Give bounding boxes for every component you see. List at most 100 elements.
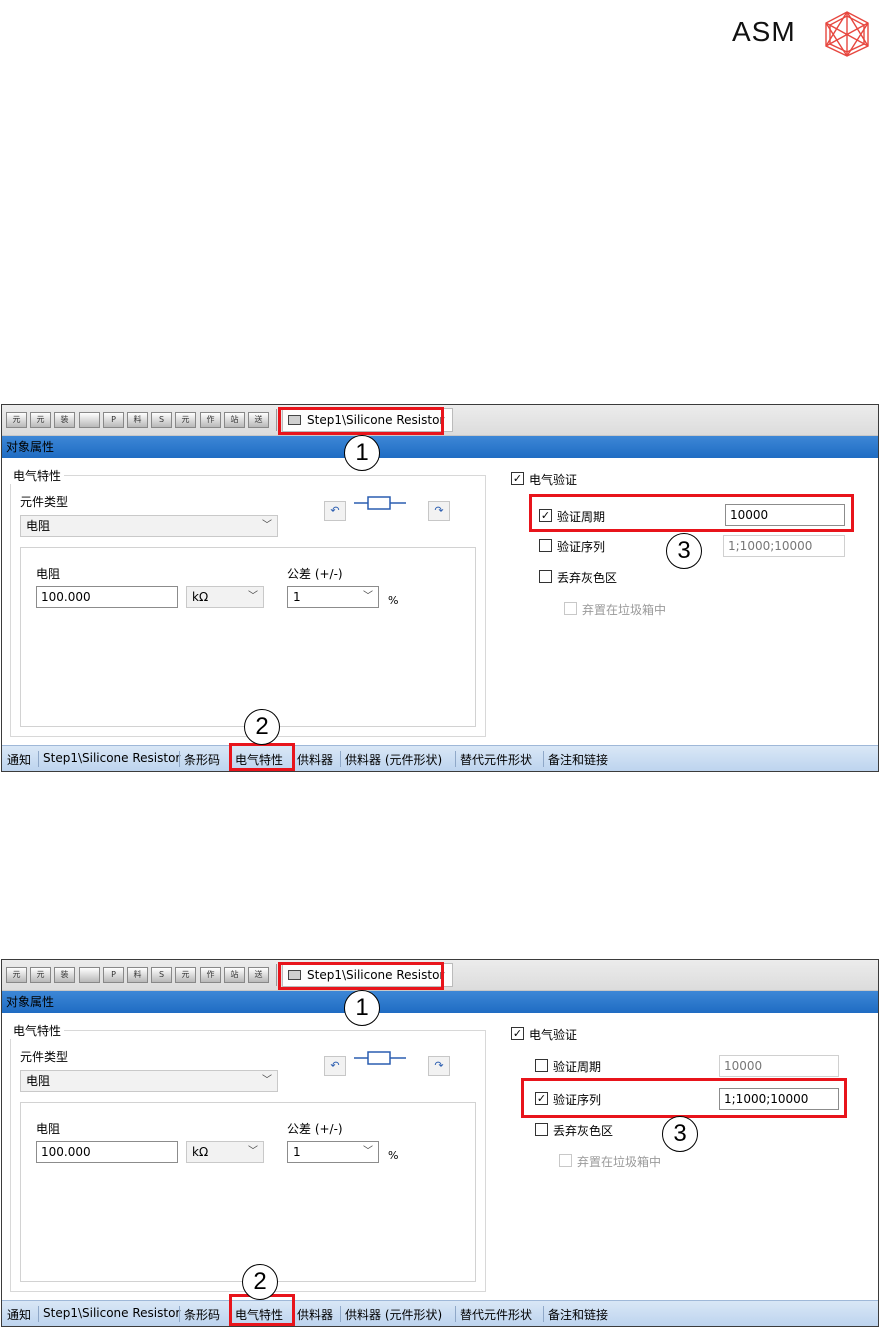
highlight-electrical-tab [229,743,295,771]
previous-arrow-button[interactable]: ↶ [324,501,346,521]
section-title: 对象属性 [6,440,55,454]
next-arrow-button[interactable]: ↷ [428,1056,450,1076]
component-icon-7[interactable]: S [151,967,172,983]
trash-checkbox[interactable] [564,602,577,615]
tab-notes-links[interactable]: 备注和链接 [548,751,608,768]
tab-feeder-shape[interactable]: 供料器 (元件形状) [345,751,442,768]
tab-separator [455,1306,456,1322]
component-type-value: 电阻 [26,1074,51,1088]
component-icon-3[interactable]: 装 [54,412,75,428]
component-icon-5[interactable]: P [103,412,124,428]
tolerance-value: 1 [293,590,301,604]
discard-gray-checkbox[interactable] [535,1123,548,1136]
tab-feeder[interactable]: 供料器 [297,1306,333,1323]
chevron-down-icon: ﹀ [248,1146,258,1157]
callout-2: 2 [244,709,280,745]
chevron-down-icon: ﹀ [262,1075,272,1086]
component-icon-4[interactable] [79,967,100,983]
resistor-symbol-icon [354,1051,406,1065]
highlight-tab-title [278,407,444,435]
toolbar-separator [276,409,277,431]
asm-logo-mark-icon [825,11,869,57]
properties-panel-1: 元 元 装 P 料 S 元 作 站 送 Step1\Silicone Resis… [1,404,879,772]
tolerance-select[interactable]: 1 ﹀ [287,1141,379,1163]
chevron-down-icon: ﹀ [363,1146,373,1157]
tab-alt-shape[interactable]: 替代元件形状 [460,751,532,768]
component-type-select[interactable]: 电阻 ﹀ [20,1070,278,1092]
component-icon-4[interactable] [79,412,100,428]
component-icon-8[interactable]: 元 [175,967,196,983]
component-icon-7[interactable]: S [151,412,172,428]
component-icon-6[interactable]: 料 [127,967,148,983]
highlight-verify-cycle [529,494,854,532]
asm-logo: ASM [732,10,877,58]
highlight-verify-sequence [521,1078,847,1118]
component-icon-8[interactable]: 元 [175,412,196,428]
bottom-tab-bar: 通知 Step1\Silicone Resistor 条形码 电气特性 供料器 … [2,1300,878,1326]
section-title: 对象属性 [6,995,55,1009]
component-icon-2[interactable]: 元 [30,412,51,428]
component-icon-10[interactable]: 站 [224,967,245,983]
tab-barcode[interactable]: 条形码 [184,751,220,768]
electrical-verify-label: 电气验证 [529,1028,578,1042]
electrical-verify-label: 电气验证 [529,473,578,487]
tab-step1[interactable]: Step1\Silicone Resistor [43,1306,180,1320]
electrical-verify-checkbox[interactable]: ✓ [511,1027,524,1040]
tab-step1[interactable]: Step1\Silicone Resistor [43,751,180,765]
component-icon-1[interactable]: 元 [6,412,27,428]
next-arrow-button[interactable]: ↷ [428,501,450,521]
component-type-label: 元件类型 [20,1050,69,1064]
tab-barcode[interactable]: 条形码 [184,1306,220,1323]
tab-feeder-shape[interactable]: 供料器 (元件形状) [345,1306,442,1323]
unit-select[interactable]: kΩ ﹀ [186,1141,264,1163]
resistance-input[interactable]: 100.000 [36,1141,178,1163]
discard-gray-checkbox[interactable] [539,570,552,583]
percent-sign: % [388,594,399,607]
tolerance-select[interactable]: 1 ﹀ [287,586,379,608]
trash-label: 弃置在垃圾箱中 [577,1155,662,1169]
tab-notes-links[interactable]: 备注和链接 [548,1306,608,1323]
component-icon-1[interactable]: 元 [6,967,27,983]
verify-sequence-input[interactable]: 1;1000;10000 [723,535,845,557]
tab-feeder[interactable]: 供料器 [297,751,333,768]
component-icon-11[interactable]: 送 [248,412,269,428]
previous-arrow-button[interactable]: ↶ [324,1056,346,1076]
tab-separator [179,1306,180,1322]
component-type-value: 电阻 [26,519,51,533]
callout-1: 1 [344,990,380,1026]
component-icon-10[interactable]: 站 [224,412,245,428]
tab-separator [340,751,341,767]
resistance-input[interactable]: 100.000 [36,586,178,608]
component-icon-6[interactable]: 料 [127,412,148,428]
component-icon-2[interactable]: 元 [30,967,51,983]
unit-select[interactable]: kΩ ﹀ [186,586,264,608]
tab-alt-shape[interactable]: 替代元件形状 [460,1306,532,1323]
component-icon-11[interactable]: 送 [248,967,269,983]
tab-notice[interactable]: 通知 [7,1306,31,1323]
logo-text: ASM [732,16,796,47]
component-icon-9[interactable]: 作 [200,412,221,428]
verify-cycle-input[interactable]: 10000 [719,1055,839,1077]
group-title: 电气特性 [10,467,65,484]
highlight-tab-title [278,962,444,990]
callout-3: 3 [666,533,702,569]
chevron-down-icon: ﹀ [363,591,373,602]
tab-notice[interactable]: 通知 [7,751,31,768]
verify-sequence-checkbox[interactable] [539,539,552,552]
callout-3: 3 [662,1116,698,1152]
tolerance-label: 公差 (+/-) [287,1122,343,1136]
electrical-verify-checkbox[interactable]: ✓ [511,472,524,485]
unit-value: kΩ [192,1145,209,1159]
component-icon-5[interactable]: P [103,967,124,983]
component-icon-3[interactable]: 装 [54,967,75,983]
tab-separator [38,751,39,767]
resistance-label: 电阻 [36,1122,61,1136]
section-title-bar: 对象属性 [2,991,878,1013]
component-icon-9[interactable]: 作 [200,967,221,983]
tolerance-value: 1 [293,1145,301,1159]
component-type-select[interactable]: 电阻 ﹀ [20,515,278,537]
verify-cycle-checkbox[interactable] [535,1059,548,1072]
resistor-symbol-icon [354,496,406,510]
callout-2: 2 [242,1264,278,1300]
trash-checkbox[interactable] [559,1154,572,1167]
